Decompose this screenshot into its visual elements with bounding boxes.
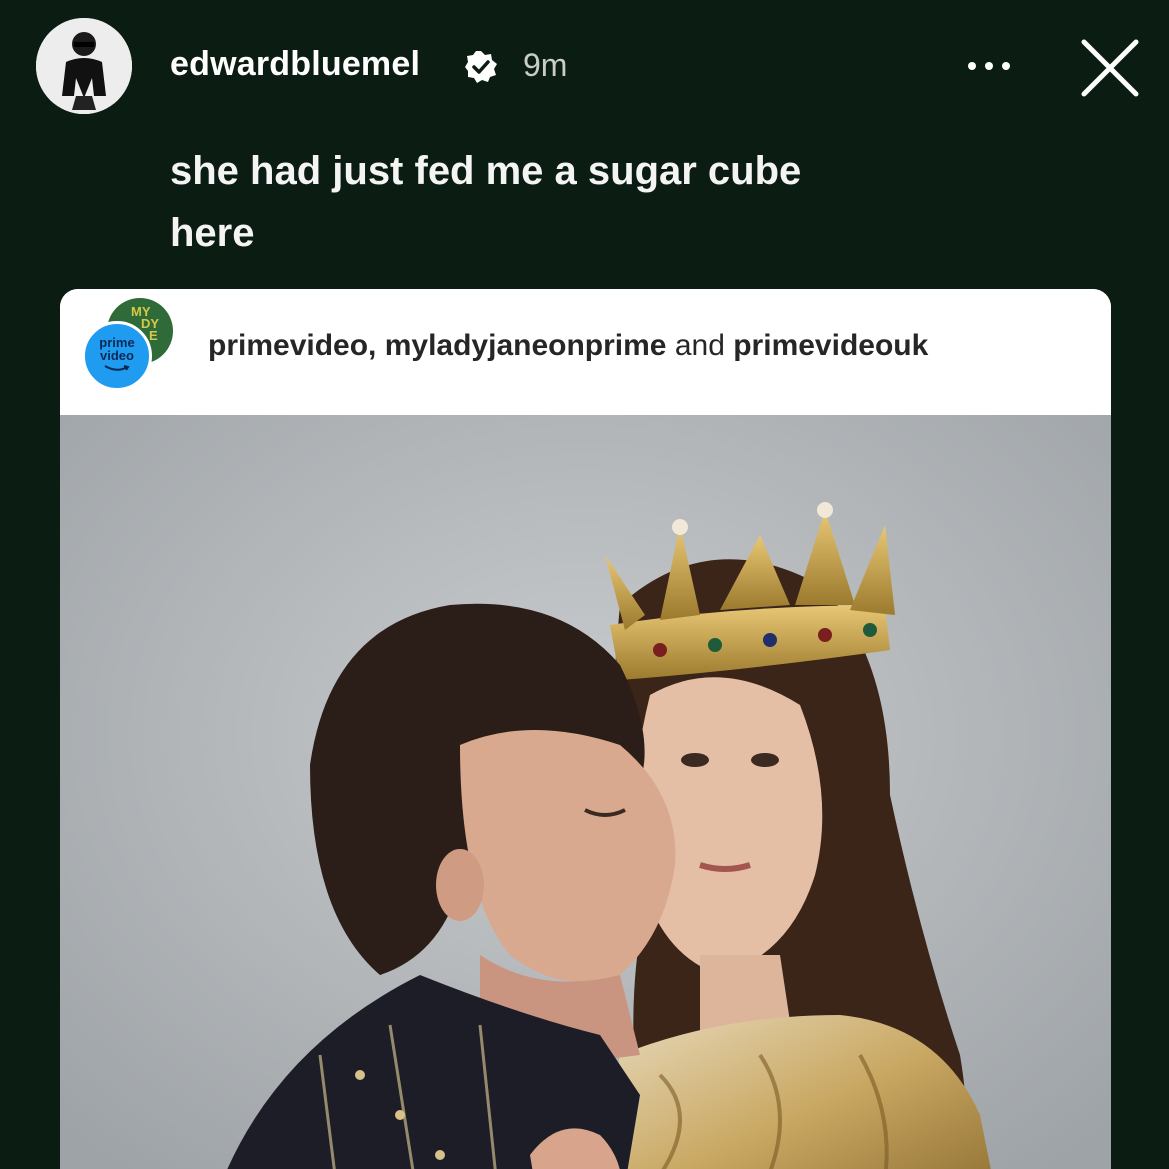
story-header: edwardbluemel 9m [0,0,1169,130]
profile-avatar-photo [36,18,132,114]
verified-badge-icon [465,51,497,83]
accounts-last: primevideouk [733,329,929,362]
story-viewer: edwardbluemel 9m she had just fed me a s… [0,0,1169,1169]
accounts-conjunction: and [674,329,725,362]
shared-post-accounts[interactable]: primevideo, myladyjaneonprime and primev… [208,329,928,363]
primevideo-avatar-text: prime video [99,335,135,363]
primevideo-avatar: prime video [82,321,152,391]
more-options-icon[interactable] [960,40,1020,90]
post-photo-illustration [60,415,1111,1169]
close-icon[interactable] [1078,36,1142,100]
shared-post-card[interactable]: MY DY E prime video primevideo, myladyja… [60,289,1111,1169]
accounts-first: primevideo, myladyjaneonprime [208,329,667,362]
smile-arrow-icon [104,365,130,371]
shared-post-image[interactable] [60,415,1111,1169]
username[interactable]: edwardbluemel [170,45,420,84]
post-time: 9m [523,47,568,83]
shared-post-header: MY DY E prime video primevideo, myladyja… [60,289,1111,415]
story-caption: she had just fed me a sugar cube here [170,149,802,255]
profile-avatar[interactable] [36,18,132,114]
